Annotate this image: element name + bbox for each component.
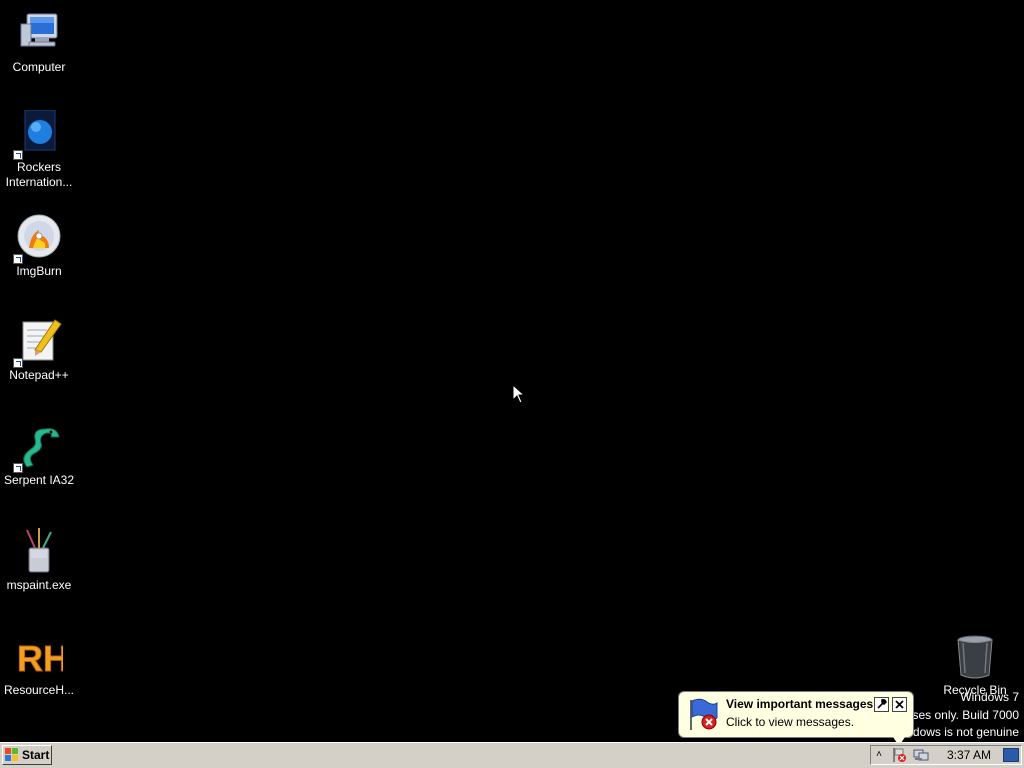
- serpent-icon: [13, 423, 63, 473]
- shortcut-arrow-icon: [13, 150, 23, 160]
- desktop-icon-label: Computer: [12, 60, 66, 74]
- shortcut-arrow-icon: [13, 254, 23, 264]
- shortcut-arrow-icon: [13, 463, 23, 473]
- network-tray-icon[interactable]: [913, 747, 929, 763]
- desktop-icon-label: ImgBurn: [16, 264, 62, 278]
- watermark-line-2: ses only. Build 7000: [912, 708, 1019, 722]
- desktop-icon-label: Notepad++: [9, 368, 69, 382]
- desktop-icon-computer[interactable]: Computer: [0, 10, 78, 75]
- show-desktop-button[interactable]: [1003, 748, 1019, 762]
- clock[interactable]: 3:37 AM: [947, 748, 991, 762]
- show-hidden-icons-chevron-icon[interactable]: ˄: [873, 748, 885, 762]
- close-icon: [895, 700, 904, 709]
- balloon-title: View important messages: [726, 697, 874, 711]
- start-button[interactable]: Start: [2, 745, 52, 765]
- action-center-tray-icon[interactable]: [891, 747, 907, 763]
- taskbar: Start ˄ 3:37 AM: [0, 742, 1024, 768]
- paint-icon: [15, 528, 63, 576]
- desktop-icon-label: ResourceH...: [3, 683, 75, 697]
- resource-hacker-icon: RH: [15, 633, 70, 681]
- desktop-icon-label: Rockers Internation...: [5, 160, 73, 189]
- watermark-line-3: dows is not genuine: [912, 725, 1019, 739]
- wrench-icon: [877, 698, 887, 709]
- desktop-icon-label: Serpent IA32: [3, 473, 75, 487]
- balloon-close-button[interactable]: [892, 697, 907, 712]
- notepad-icon: [13, 318, 63, 368]
- desktop-icon-notepadpp[interactable]: Notepad++: [0, 318, 78, 383]
- desktop-icon-rockers[interactable]: Rockers Internation...: [0, 109, 78, 190]
- desktop-icon-resourcehacker[interactable]: RH ResourceH...: [0, 633, 78, 698]
- desktop-icon-mspaint[interactable]: mspaint.exe: [0, 528, 78, 593]
- action-center-flag-icon: [687, 698, 719, 732]
- globe-icon: [13, 109, 63, 160]
- desktop-icon-label: mspaint.exe: [6, 578, 72, 592]
- disc-burn-icon: [13, 214, 63, 264]
- windows-logo-icon: [5, 748, 18, 761]
- desktop[interactable]: Computer Rockers Internation... ImgBurn …: [0, 0, 1024, 742]
- recycle-bin-icon: [951, 633, 999, 681]
- svg-text:RH: RH: [17, 638, 63, 679]
- watermark-line-1: Windows 7: [960, 690, 1019, 704]
- mouse-cursor-icon: [512, 384, 524, 404]
- desktop-icon-serpent[interactable]: Serpent IA32: [0, 423, 78, 488]
- balloon-subtitle[interactable]: Click to view messages.: [726, 715, 854, 729]
- start-label: Start: [22, 748, 50, 762]
- notification-balloon[interactable]: View important messages Click to view me…: [678, 691, 914, 746]
- balloon-options-button[interactable]: [874, 697, 889, 712]
- system-tray: ˄ 3:37 AM: [870, 745, 1022, 765]
- computer-icon: [15, 10, 63, 58]
- desktop-icon-imgburn[interactable]: ImgBurn: [0, 214, 78, 279]
- shortcut-arrow-icon: [13, 358, 23, 368]
